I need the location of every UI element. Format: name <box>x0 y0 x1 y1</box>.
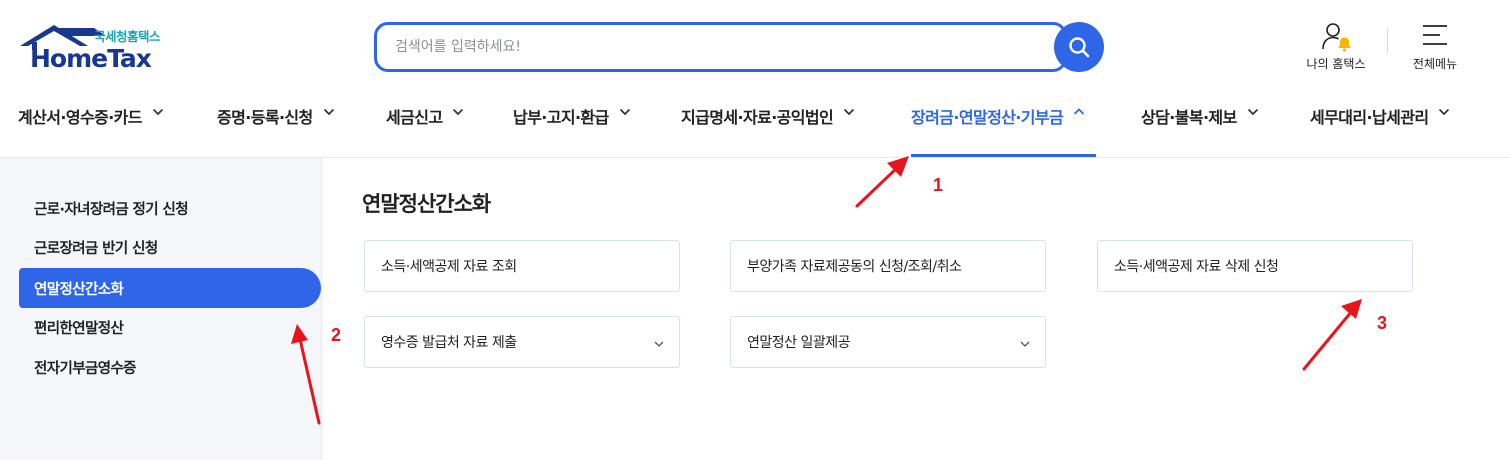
chevron-up-icon <box>1074 108 1085 115</box>
annotation-label-2: 2 <box>331 325 342 345</box>
header-divider <box>1387 28 1388 54</box>
sidebar-item-incentive-half-year[interactable]: 근로장려금 반기 신청 <box>19 227 321 267</box>
nav-item-certificates[interactable]: 증명·등록·신청 <box>217 94 336 158</box>
sidebar-item-label: 연말정산간소화 <box>34 281 124 298</box>
annotation-label-3: 3 <box>1377 313 1388 333</box>
nav-item-invoices[interactable]: 계산서·영수증·카드 <box>18 94 165 158</box>
search-box <box>374 22 1067 72</box>
sidebar-item-e-donation-receipt[interactable]: 전자기부금영수증 <box>19 347 321 387</box>
card-deduction-data-inquiry[interactable]: 소득·세액공제 자료 조회 <box>364 240 680 292</box>
nav-item-tax-agent[interactable]: 세무대리·납세관리 <box>1310 94 1451 158</box>
sidebar-item-convenient-year-end[interactable]: 편리한연말정산 <box>19 307 321 347</box>
logo-text: HomeTax <box>30 44 152 73</box>
nav-label: 세무대리·납세관리 <box>1310 108 1429 127</box>
chevron-down-icon <box>1439 108 1450 116</box>
card-label: 소득·세액공제 자료 조회 <box>381 259 517 275</box>
card-label: 연말정산 일괄제공 <box>747 335 851 351</box>
nav-label: 세금신고 <box>386 108 443 127</box>
nav-item-payment[interactable]: 납부·고지·환급 <box>513 94 632 158</box>
chevron-down-icon <box>1247 108 1258 116</box>
search-icon <box>1069 37 1090 58</box>
sidebar-item-label: 근로·자녀장려금 정기 신청 <box>34 201 189 218</box>
nav-item-incentives-year-end[interactable]: 장려금·연말정산·기부금 <box>911 94 1086 158</box>
card-label: 소득·세액공제 자료 삭제 신청 <box>1114 259 1279 275</box>
sidebar-item-label: 편리한연말정산 <box>34 320 124 337</box>
nav-label: 장려금·연말정산·기부금 <box>911 108 1064 127</box>
active-nav-underline <box>911 154 1096 157</box>
sidebar-item-label: 근로장려금 반기 신청 <box>34 240 158 257</box>
sidebar: 근로·자녀장려금 정기 신청 근로장려금 반기 신청 연말정산간소화 편리한연말… <box>0 158 322 460</box>
card-bulk-provision[interactable]: 연말정산 일괄제공 <box>730 316 1046 368</box>
search-button[interactable] <box>1054 22 1104 72</box>
chevron-down-icon <box>453 108 464 116</box>
hamburger-icon <box>1423 25 1447 45</box>
annotation-arrow-3 <box>1302 299 1362 371</box>
nav-label: 상담·불복·제보 <box>1141 108 1237 127</box>
card-label: 영수증 발급처 자료 제출 <box>381 335 517 351</box>
annotation-label-1: 1 <box>933 175 944 195</box>
main-nav: 계산서·영수증·카드 증명·등록·신청 세금신고 납부·고지·환급 지급명세·자… <box>0 94 1509 158</box>
user-bell-icon <box>1322 23 1351 52</box>
my-hometax-label: 나의 홈택스 <box>1306 57 1366 71</box>
sidebar-item-year-end-simplified[interactable]: 연말정산간소화 <box>19 268 321 308</box>
chevron-down-icon <box>323 108 334 116</box>
nav-item-payment-statements[interactable]: 지급명세·자료·공익법인 <box>681 94 856 158</box>
card-deduction-data-deletion[interactable]: 소득·세액공제 자료 삭제 신청 <box>1097 240 1413 292</box>
my-hometax-button[interactable]: 나의 홈택스 <box>1296 20 1376 76</box>
nav-label: 지급명세·자료·공익법인 <box>681 108 834 127</box>
chevron-down-icon <box>844 108 855 116</box>
hometax-logo[interactable]: 국세청홈택스 HomeTax <box>18 22 178 74</box>
search-input[interactable] <box>395 35 1035 59</box>
nav-label: 증명·등록·신청 <box>217 108 313 127</box>
page-title: 연말정산간소화 <box>362 192 491 216</box>
card-dependent-consent[interactable]: 부양가족 자료제공동의 신청/조회/취소 <box>730 240 1046 292</box>
nav-item-tax-filing[interactable]: 세금신고 <box>386 94 465 158</box>
card-receipt-issuer-submission[interactable]: 영수증 발급처 자료 제출 <box>364 316 680 368</box>
chevron-down-icon <box>1020 341 1030 347</box>
all-menu-label: 전체메뉴 <box>1412 57 1458 71</box>
site-header: 국세청홈택스 HomeTax 나의 홈택스 전체메뉴 계산서·영수증·카 <box>0 0 1509 158</box>
logo-subtitle: 국세청홈택스 <box>94 29 161 44</box>
nav-label: 납부·고지·환급 <box>513 108 609 127</box>
chevron-down-icon <box>619 108 630 116</box>
card-label: 부양가족 자료제공동의 신청/조회/취소 <box>747 259 962 275</box>
sidebar-item-incentive-regular[interactable]: 근로·자녀장려금 정기 신청 <box>19 188 321 228</box>
sidebar-item-label: 전자기부금영수증 <box>34 360 137 377</box>
chevron-down-icon <box>654 341 664 347</box>
chevron-down-icon <box>152 108 164 116</box>
annotation-arrow-1 <box>855 156 909 208</box>
nav-item-consultation[interactable]: 상담·불복·제보 <box>1141 94 1260 158</box>
nav-label: 계산서·영수증·카드 <box>18 108 143 127</box>
all-menu-button[interactable]: 전체메뉴 <box>1398 20 1472 76</box>
